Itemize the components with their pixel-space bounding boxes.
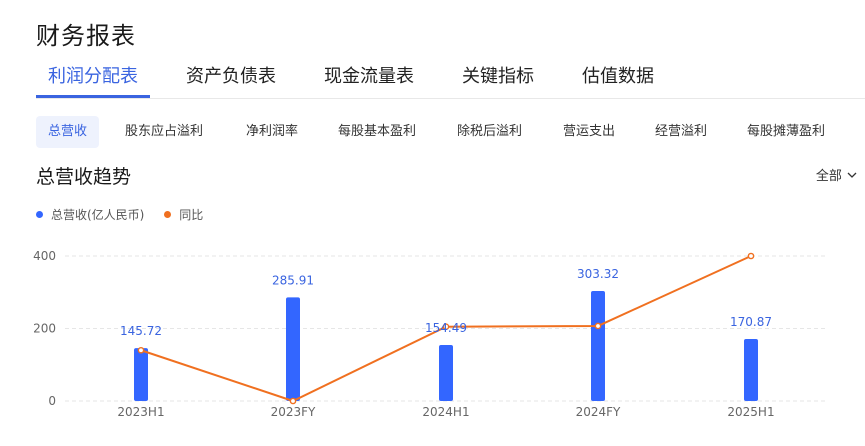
bar-data-label-3: 303.32 xyxy=(577,267,619,281)
subtab-diluted-eps[interactable]: 每股摊薄盈利 xyxy=(747,116,825,148)
chart-legend: 总营收(亿人民币) 同比 xyxy=(36,206,219,223)
x-tick-label-2: 2024H1 xyxy=(422,405,469,419)
bar-1 xyxy=(286,297,300,401)
subtab-after-tax-profit[interactable]: 除税后溢利 xyxy=(457,116,522,148)
tab-balance-sheet[interactable]: 资产负债表 xyxy=(186,62,276,88)
yoy-point-3 xyxy=(594,322,602,330)
bar-2 xyxy=(439,344,453,401)
subtab-net-margin[interactable]: 净利润率 xyxy=(246,116,298,148)
tab-valuation[interactable]: 估值数据 xyxy=(582,62,654,88)
legend-item-yoy[interactable]: 同比 xyxy=(164,206,203,223)
y-tick-label-1: 200 xyxy=(33,322,56,336)
subtab-operating-profit[interactable]: 经营溢利 xyxy=(655,116,707,148)
x-tick-label-0: 2023H1 xyxy=(117,405,164,419)
y-tick-label-2: 400 xyxy=(33,249,56,263)
bar-3 xyxy=(591,291,605,401)
yoy-point-1 xyxy=(289,397,297,405)
yoy-point-4 xyxy=(747,252,755,260)
bar-data-label-0: 145.72 xyxy=(120,324,162,338)
active-tab-indicator xyxy=(36,95,150,98)
chevron-down-icon xyxy=(847,172,857,178)
subtab-operating-expense[interactable]: 营运支出 xyxy=(563,116,615,148)
legend-dot-revenue xyxy=(36,211,43,218)
legend-label-revenue: 总营收(亿人民币) xyxy=(51,208,145,222)
tab-key-metrics[interactable]: 关键指标 xyxy=(462,62,534,88)
yoy-point-0 xyxy=(137,346,145,354)
page-title: 财务报表 xyxy=(36,22,136,50)
legend-item-revenue[interactable]: 总营收(亿人民币) xyxy=(36,206,144,223)
bar-data-label-1: 285.91 xyxy=(272,273,314,287)
subtab-total-revenue[interactable]: 总营收 xyxy=(36,116,100,148)
x-tick-label-4: 2025H1 xyxy=(727,405,774,419)
tab-cash-flow[interactable]: 现金流量表 xyxy=(324,62,414,88)
range-select[interactable]: 全部 xyxy=(816,165,857,184)
subtab-shareholder-profit[interactable]: 股东应占溢利 xyxy=(125,116,203,148)
yoy-point-2 xyxy=(442,323,450,330)
sub-tabs: 总营收 股东应占溢利 净利润率 每股基本盈利 除税后溢利 营运支出 经营溢利 每… xyxy=(36,116,865,148)
bar-data-label-2: 154.49 xyxy=(425,321,467,335)
bar-4 xyxy=(744,339,758,401)
y-tick-label-0: 0 xyxy=(48,394,56,408)
subtab-basic-eps[interactable]: 每股基本盈利 xyxy=(338,116,416,148)
x-tick-label-1: 2023FY xyxy=(271,405,316,419)
main-tabs: 利润分配表 资产负债表 现金流量表 关键指标 估值数据 xyxy=(36,62,865,99)
bar-0 xyxy=(134,348,148,401)
legend-label-yoy: 同比 xyxy=(179,208,204,222)
legend-dot-yoy xyxy=(164,211,172,218)
bar-data-label-4: 170.87 xyxy=(730,315,772,329)
section-title: 总营收趋势 xyxy=(36,166,132,188)
range-select-label: 全部 xyxy=(815,169,842,184)
x-tick-label-3: 2024FY xyxy=(576,405,621,419)
tab-income-statement[interactable]: 利润分配表 xyxy=(48,62,138,88)
yoy-line xyxy=(140,255,752,403)
